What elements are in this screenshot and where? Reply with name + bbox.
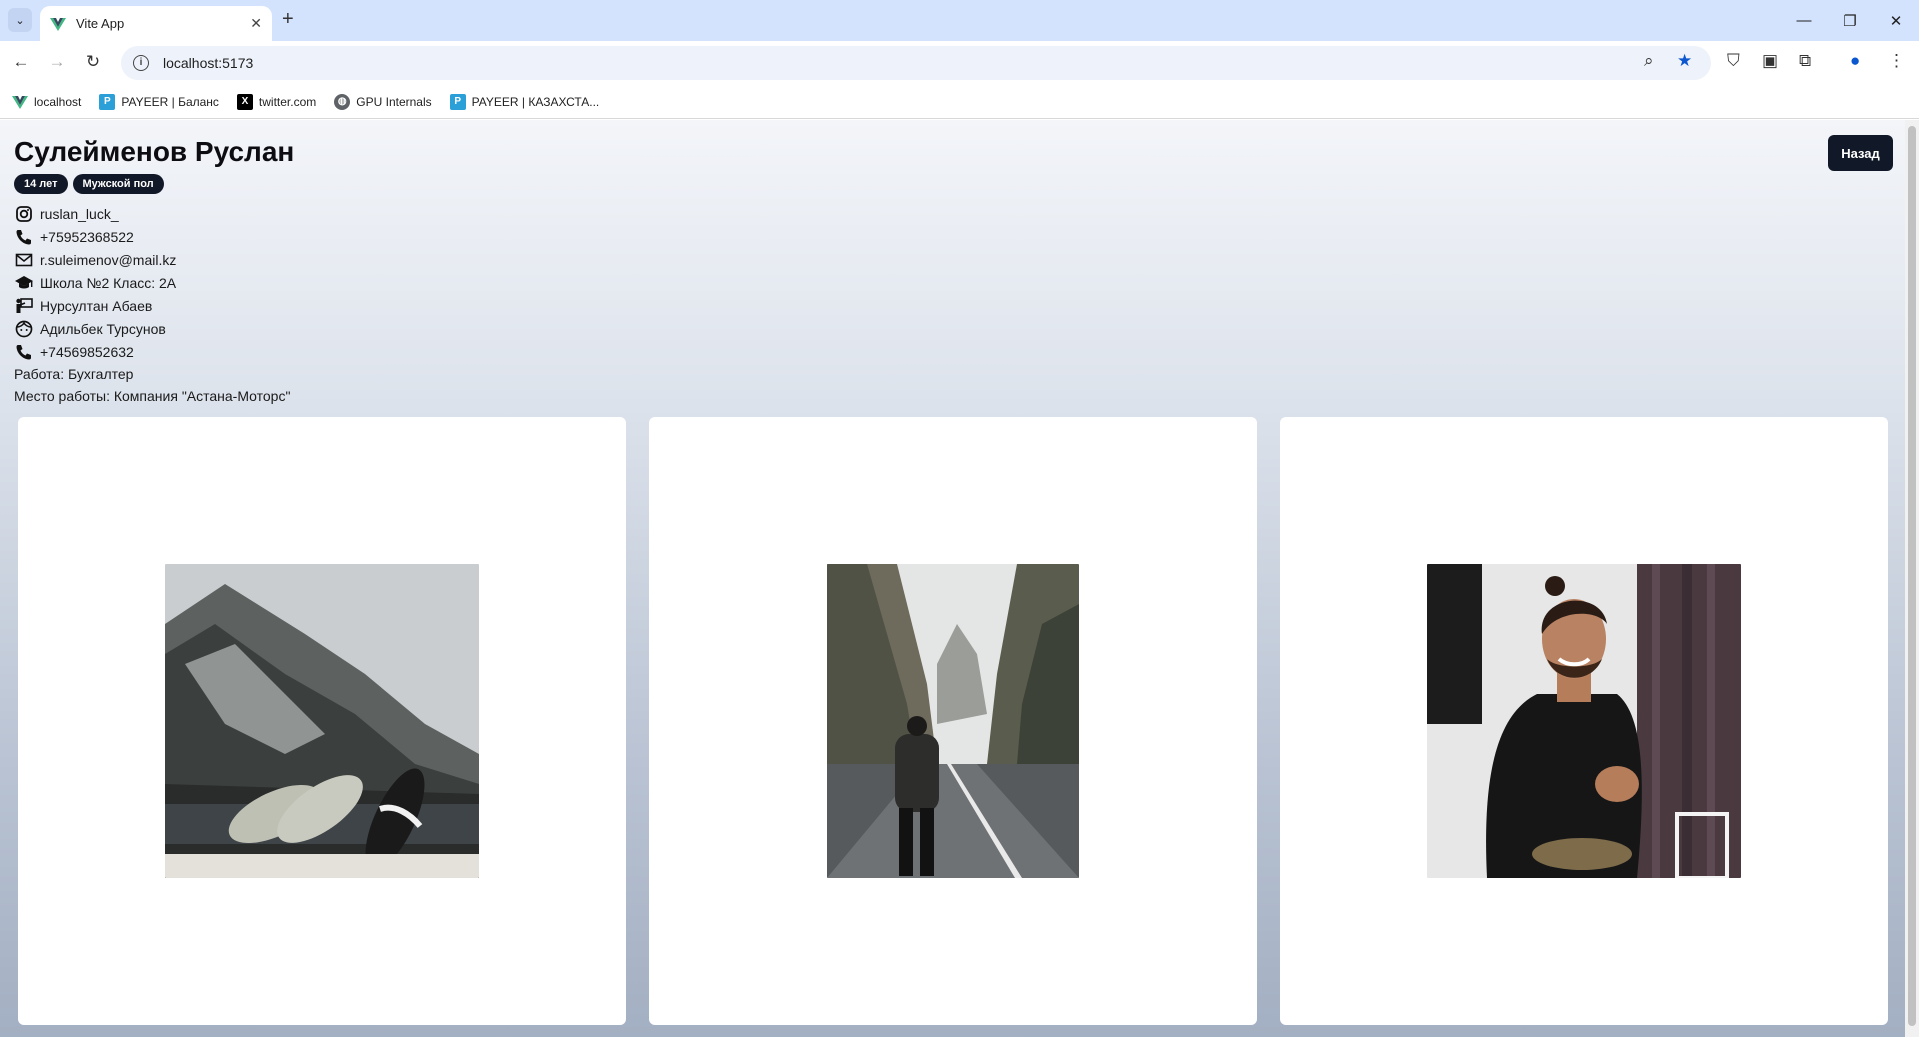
bookmark-payeer-kz[interactable]: P PAYEER | КАЗАХСТА...: [449, 93, 600, 110]
teacher-row: Нурсултан Абаев: [14, 294, 290, 317]
browser-tab[interactable]: Vite App ✕: [40, 6, 272, 41]
photo-card[interactable]: [649, 417, 1257, 1025]
bookmarks-bar: localhost P PAYEER | Баланс X twitter.co…: [0, 85, 1919, 119]
smiling-man-portrait-photo: [1427, 564, 1741, 878]
bookmark-star-icon[interactable]: ★: [1677, 51, 1692, 71]
mail-icon: [15, 253, 33, 266]
globe-icon: ◍: [334, 93, 351, 110]
bookmark-twitter[interactable]: X twitter.com: [236, 93, 317, 110]
minimize-button[interactable]: —: [1781, 0, 1827, 41]
parent-row: Адильбек Турсунов: [14, 317, 290, 340]
age-badge: 14 лет: [14, 174, 68, 194]
vue-icon: [50, 17, 66, 31]
payeer-icon: P: [99, 93, 116, 110]
badge-group: 14 лет Мужской пол: [14, 174, 164, 194]
phone-number[interactable]: +75952368522: [40, 229, 134, 245]
close-window-button[interactable]: ✕: [1873, 0, 1919, 41]
school-row: Школа №2 Класс: 2А: [14, 271, 290, 294]
back-nav-icon[interactable]: ←: [10, 51, 32, 73]
instagram-icon: [16, 205, 32, 222]
restore-button[interactable]: ❐: [1827, 0, 1873, 41]
payeer-icon: P: [449, 93, 466, 110]
address-bar[interactable]: i localhost:5173: [121, 46, 1711, 80]
teacher-icon: [16, 297, 33, 313]
parent-phone-number[interactable]: +74569852632: [40, 344, 134, 360]
profile-info-list: ruslan_luck_ +75952368522 r.suleimenov@m…: [14, 202, 290, 407]
vue-icon: [12, 95, 28, 109]
selenium-extension-icon[interactable]: ▣: [1762, 51, 1778, 71]
profile-page: Сулейменов Руслан 14 лет Мужской пол Наз…: [0, 120, 1905, 1037]
tab-search-dropdown[interactable]: ⌄: [8, 8, 32, 32]
parent-name: Адильбек Турсунов: [40, 320, 166, 337]
bookmark-localhost[interactable]: localhost: [12, 94, 81, 110]
bookmark-label: PAYEER | Баланс: [121, 94, 219, 109]
photo-card[interactable]: [1280, 417, 1888, 1025]
canyon-road-walker-photo: [827, 564, 1079, 878]
parent-phone-row: +74569852632: [14, 340, 290, 363]
bookmark-label: PAYEER | КАЗАХСТА...: [471, 94, 600, 109]
profile-avatar-icon[interactable]: ●: [1850, 51, 1860, 71]
x-icon: X: [236, 93, 253, 110]
phone-icon: [16, 229, 31, 244]
phone-row: +75952368522: [14, 225, 290, 248]
site-info-icon[interactable]: i: [133, 55, 149, 71]
back-button[interactable]: Назад: [1828, 135, 1893, 171]
mountain-lake-sneakers-photo: [165, 564, 479, 878]
gender-badge: Мужской пол: [72, 174, 164, 194]
tab-close-icon[interactable]: ✕: [250, 15, 262, 32]
url-text: localhost:5173: [163, 55, 254, 71]
page-title: Сулейменов Руслан: [14, 136, 295, 167]
instagram-handle[interactable]: ruslan_luck_: [40, 206, 119, 222]
bookmark-gpu-internals[interactable]: ◍ GPU Internals: [334, 93, 432, 110]
bookmark-payeer-balance[interactable]: P PAYEER | Баланс: [99, 93, 219, 110]
menu-kebab-icon[interactable]: ⋮: [1888, 51, 1905, 71]
instagram-row: ruslan_luck_: [14, 202, 290, 225]
bookmark-label: twitter.com: [258, 94, 317, 109]
graduation-cap-icon: [15, 275, 33, 288]
shield-extension-icon[interactable]: ⛉: [1727, 51, 1740, 71]
teacher-name: Нурсултан Абаев: [40, 297, 153, 314]
face-icon: [15, 320, 33, 337]
bookmark-label: GPU Internals: [356, 94, 432, 109]
workplace-text: Место работы: Компания "Астана-Моторс": [14, 388, 291, 404]
school-info: Школа №2 Класс: 2А: [40, 274, 177, 291]
reload-icon[interactable]: ↻: [82, 51, 104, 73]
photo-card[interactable]: [18, 417, 626, 1025]
page-scrollbar[interactable]: [1905, 120, 1919, 1037]
scrollbar-thumb[interactable]: [1908, 126, 1916, 1026]
job-text: Работа: Бухгалтер: [14, 366, 134, 382]
new-tab-button[interactable]: +: [282, 8, 294, 31]
forward-nav-icon[interactable]: →: [46, 51, 68, 73]
email-address[interactable]: r.suleimenov@mail.kz: [40, 252, 176, 268]
email-row: r.suleimenov@mail.kz: [14, 248, 290, 271]
extensions-icon[interactable]: ⧉: [1799, 51, 1811, 71]
tab-title: Vite App: [76, 16, 125, 31]
bookmark-label: localhost: [34, 94, 82, 109]
browser-tabbar: ⌄ Vite App ✕ + — ❐ ✕: [0, 0, 1919, 41]
phone-icon: [16, 344, 31, 359]
zoom-icon[interactable]: ⌕: [1644, 51, 1654, 71]
